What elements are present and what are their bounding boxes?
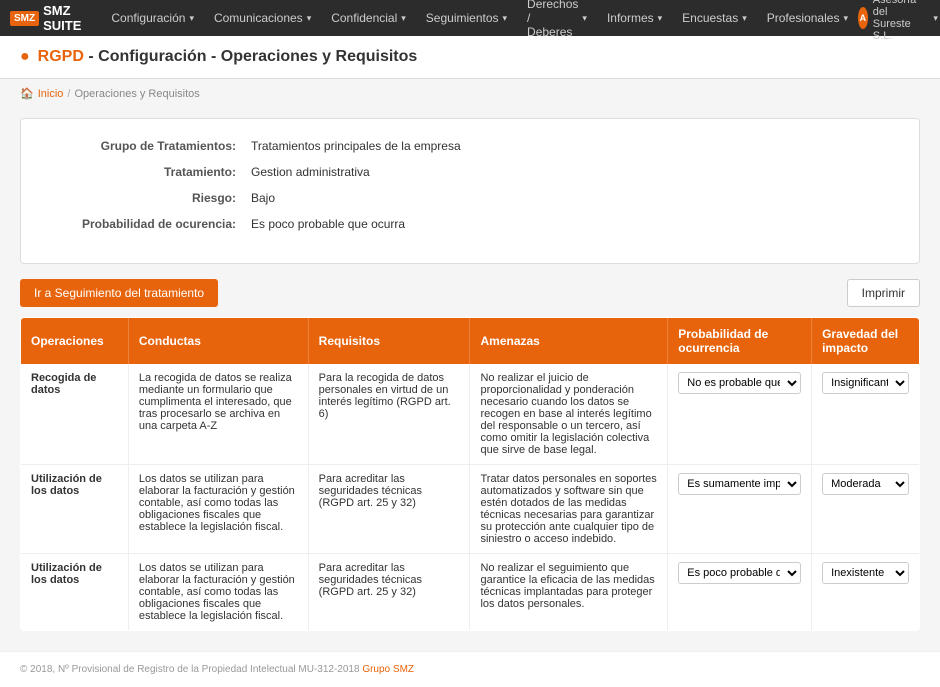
probabilidad-select[interactable]: No es probable que ocurraEs sumamente im…: [678, 372, 801, 394]
rgpd-icon: ●: [20, 48, 30, 66]
nav-encuestas[interactable]: Encuestas ▾: [672, 0, 757, 36]
company-selector[interactable]: A Asesoría del Sureste S.L. ▾: [858, 0, 938, 42]
col-header-operaciones: Operaciones: [21, 318, 129, 365]
info-row-grupo: Grupo de Tratamientos: Tratamientos prin…: [51, 139, 889, 153]
logo-icon: SMZ: [10, 11, 39, 26]
info-row-prob: Probabilidad de ocurencia: Es poco proba…: [51, 217, 889, 231]
label-grupo: Grupo de Tratamientos:: [51, 139, 251, 153]
cell-requisitos: Para acreditar las seguridades técnicas …: [308, 465, 470, 554]
chevron-down-icon: ▾: [582, 13, 587, 24]
nav-right: A Asesoría del Sureste S.L. ▾: [858, 0, 938, 42]
cell-operaciones: Utilización de los datos: [21, 554, 129, 631]
chevron-down-icon: ▾: [658, 13, 663, 24]
probabilidad-select[interactable]: No es probable que ocurraEs sumamente im…: [678, 473, 801, 495]
cell-gravedad[interactable]: InsignificanteModeradaInexistenteAltaMuy…: [812, 465, 920, 554]
chevron-down-icon: ▾: [503, 13, 508, 24]
cell-probabilidad[interactable]: No es probable que ocurraEs sumamente im…: [668, 554, 812, 631]
top-navigation: SMZ SMZ SUITE Configuración ▾ Comunicaci…: [0, 0, 940, 36]
chevron-down-icon: ▾: [307, 13, 312, 24]
cell-amenazas: Tratar datos personales en soportes auto…: [470, 465, 668, 554]
table-row: Utilización de los datosLos datos se uti…: [21, 554, 920, 631]
label-prob: Probabilidad de ocurencia:: [51, 217, 251, 231]
probabilidad-select[interactable]: No es probable que ocurraEs sumamente im…: [678, 562, 801, 584]
nav-configuracion[interactable]: Configuración ▾: [101, 0, 204, 36]
breadcrumb-separator: /: [67, 88, 70, 100]
chevron-down-icon: ▾: [189, 13, 194, 24]
table-row: Recogida de datosLa recogida de datos se…: [21, 364, 920, 465]
cell-operaciones: Recogida de datos: [21, 364, 129, 465]
company-logo: A: [858, 7, 868, 29]
value-tratamiento: Gestion administrativa: [251, 165, 370, 179]
cell-requisitos: Para la recogida de datos personales en …: [308, 364, 470, 465]
cell-conductas: La recogida de datos se realiza mediante…: [128, 364, 308, 465]
logo-text: SMZ SUITE: [43, 3, 81, 33]
footer-text: © 2018, Nº Provisional de Registro de la…: [20, 664, 360, 675]
chevron-down-icon: ▾: [933, 13, 938, 24]
operations-table: Operaciones Conductas Requisitos Amenaza…: [20, 317, 920, 631]
nav-informes[interactable]: Informes ▾: [597, 0, 672, 36]
col-header-requisitos: Requisitos: [308, 318, 470, 365]
cell-gravedad[interactable]: InsignificanteModeradaInexistenteAltaMuy…: [812, 554, 920, 631]
gravedad-select[interactable]: InsignificanteModeradaInexistenteAltaMuy…: [822, 473, 909, 495]
breadcrumb: 🏠 Inicio / Operaciones y Requisitos: [0, 79, 940, 108]
nav-profesionales[interactable]: Profesionales ▾: [757, 0, 858, 36]
rgpd-label: RGPD: [38, 48, 84, 65]
value-grupo: Tratamientos principales de la empresa: [251, 139, 461, 153]
seguimiento-button[interactable]: Ir a Seguimiento del tratamiento: [20, 279, 218, 307]
table-header: Operaciones Conductas Requisitos Amenaza…: [21, 318, 920, 365]
label-tratamiento: Tratamiento:: [51, 165, 251, 179]
col-header-prob: Probabilidad de ocurrencia: [668, 318, 812, 365]
value-riesgo: Bajo: [251, 191, 275, 205]
cell-requisitos: Para acreditar las seguridades técnicas …: [308, 554, 470, 631]
nav-seguimientos[interactable]: Seguimientos ▾: [416, 0, 517, 36]
cell-amenazas: No realizar el seguimiento que garantice…: [470, 554, 668, 631]
nav-items: Configuración ▾ Comunicaciones ▾ Confide…: [101, 0, 858, 36]
chevron-down-icon: ▾: [401, 13, 406, 24]
chevron-down-icon: ▾: [742, 13, 747, 24]
breadcrumb-home[interactable]: Inicio: [38, 88, 64, 100]
main-content: Grupo de Tratamientos: Tratamientos prin…: [0, 108, 940, 641]
footer-link[interactable]: Grupo SMZ: [362, 664, 414, 675]
breadcrumb-current: Operaciones y Requisitos: [74, 88, 199, 100]
table-row: Utilización de los datosLos datos se uti…: [21, 465, 920, 554]
cell-conductas: Los datos se utilizan para elaborar la f…: [128, 465, 308, 554]
imprimir-button[interactable]: Imprimir: [847, 279, 920, 307]
info-row-tratamiento: Tratamiento: Gestion administrativa: [51, 165, 889, 179]
gravedad-select[interactable]: InsignificanteModeradaInexistenteAltaMuy…: [822, 562, 909, 584]
col-header-gravedad: Gravedad del impacto: [812, 318, 920, 365]
nav-derechos[interactable]: Derechos / Deberes ▾: [517, 0, 597, 36]
info-row-riesgo: Riesgo: Bajo: [51, 191, 889, 205]
nav-confidencial[interactable]: Confidencial ▾: [321, 0, 416, 36]
chevron-down-icon: ▾: [843, 13, 848, 24]
info-card: Grupo de Tratamientos: Tratamientos prin…: [20, 118, 920, 264]
company-name: Asesoría del Sureste S.L.: [873, 0, 929, 42]
value-prob: Es poco probable que ocurra: [251, 217, 405, 231]
label-riesgo: Riesgo:: [51, 191, 251, 205]
page-header: ● RGPD - Configuración - Operaciones y R…: [0, 36, 940, 79]
app-logo: SMZ SMZ SUITE: [10, 3, 81, 33]
col-header-conductas: Conductas: [128, 318, 308, 365]
footer: © 2018, Nº Provisional de Registro de la…: [0, 651, 940, 687]
home-icon: 🏠: [20, 87, 34, 100]
table-body: Recogida de datosLa recogida de datos se…: [21, 364, 920, 631]
col-header-amenazas: Amenazas: [470, 318, 668, 365]
cell-conductas: Los datos se utilizan para elaborar la f…: [128, 554, 308, 631]
cell-amenazas: No realizar el juicio de proporcionalida…: [470, 364, 668, 465]
cell-probabilidad[interactable]: No es probable que ocurraEs sumamente im…: [668, 465, 812, 554]
page-title: RGPD - Configuración - Operaciones y Req…: [38, 48, 418, 66]
cell-probabilidad[interactable]: No es probable que ocurraEs sumamente im…: [668, 364, 812, 465]
cell-gravedad[interactable]: InsignificanteModeradaInexistenteAltaMuy…: [812, 364, 920, 465]
nav-comunicaciones[interactable]: Comunicaciones ▾: [204, 0, 321, 36]
gravedad-select[interactable]: InsignificanteModeradaInexistenteAltaMuy…: [822, 372, 909, 394]
cell-operaciones: Utilización de los datos: [21, 465, 129, 554]
action-row: Ir a Seguimiento del tratamiento Imprimi…: [20, 279, 920, 307]
page-title-text: Configuración - Operaciones y Requisitos: [98, 48, 417, 65]
